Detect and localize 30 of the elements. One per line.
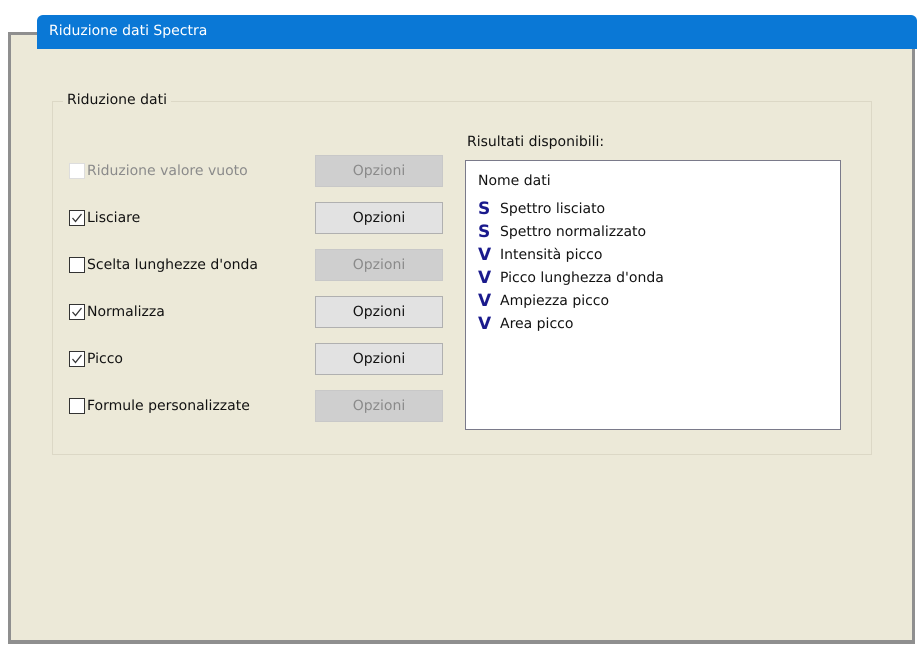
type-icon: V [478,290,492,310]
checkbox-label: Formule personalizzate [87,398,250,414]
checkbox-label: Normalizza [87,304,165,320]
checkbox[interactable] [69,210,85,226]
type-icon: V [478,268,492,288]
checkbox[interactable] [69,304,85,320]
type-icon: S [478,198,492,218]
checkbox-label: Scelta lunghezze d'onda [87,256,258,272]
list-item[interactable]: Ampiezza picco [500,292,610,308]
options-button[interactable]: Opzioni [315,202,443,234]
type-icon: V [478,244,492,264]
list-item[interactable]: Intensità picco [500,246,602,262]
checkbox[interactable] [69,256,85,272]
list-item[interactable]: Area picco [500,316,574,332]
checkbox[interactable] [69,398,85,414]
results-label: Risultati disponibili: [467,134,606,150]
list-item[interactable]: Picco lunghezza d'onda [500,270,664,286]
window-title: Riduzione dati Spectra [37,15,917,49]
column-header: Nome dati [478,173,552,189]
type-icon: S [478,222,492,242]
list-item[interactable]: Spettro normalizzato [500,224,646,240]
checkbox-label: Lisciare [87,210,140,226]
results-list[interactable]: Nome dati S Spettro lisciato S Spettro normalizzato V Intensità picco V Picco lunghezza d'onda V Ampiezza picco V Area picco [465,160,841,430]
checkbox[interactable] [69,350,85,366]
type-icon: V [478,314,492,334]
options-button[interactable]: Opzioni [315,296,443,328]
list-item[interactable]: Spettro lisciato [500,200,606,216]
checkbox-label: Riduzione valore vuoto [87,162,248,178]
options-button[interactable]: Opzioni [315,342,443,374]
checkbox-label: Picco [87,350,123,366]
